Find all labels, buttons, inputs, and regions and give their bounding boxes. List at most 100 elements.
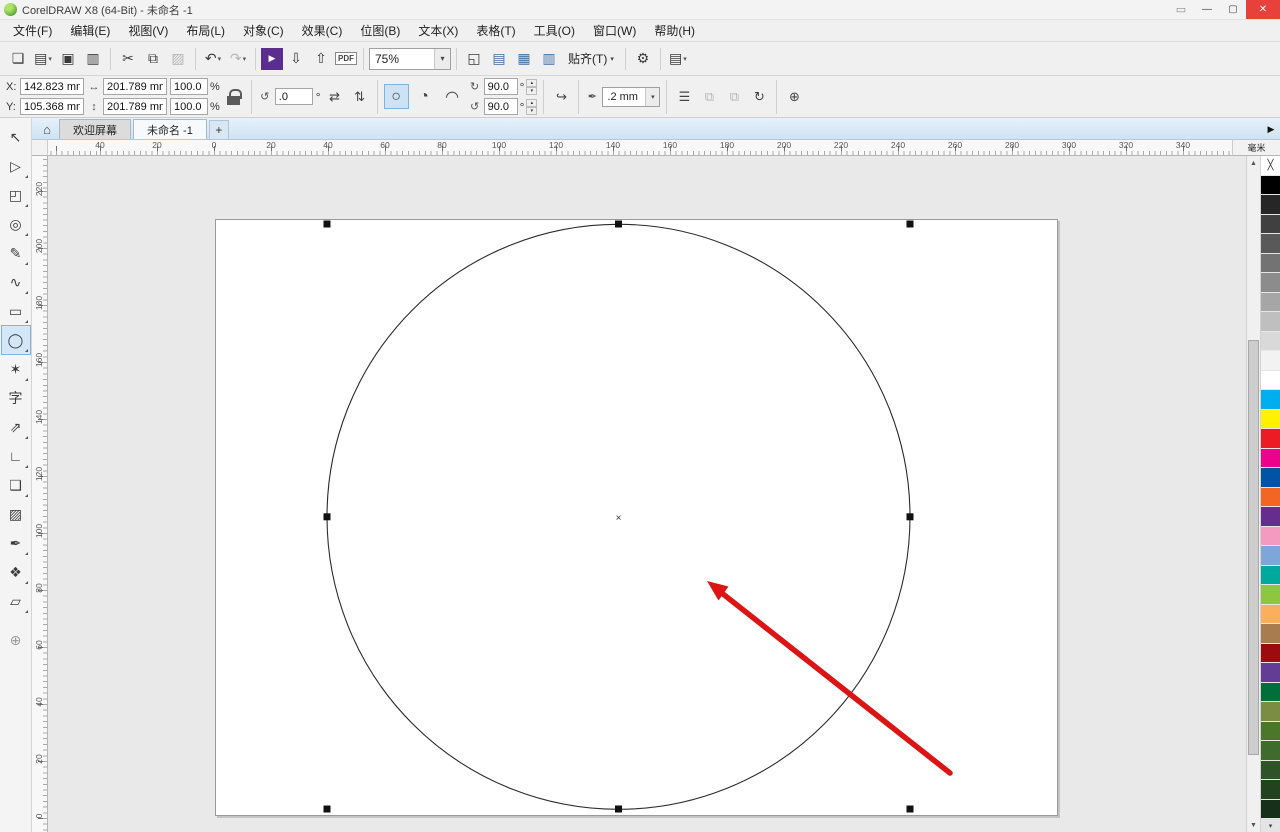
palette-swatch-27[interactable] (1261, 702, 1280, 722)
object-width-input[interactable] (103, 78, 167, 95)
add-tool-button[interactable]: ⊕ (2, 626, 30, 654)
menu-item-5[interactable]: 效果(C) (293, 19, 352, 42)
tab-scroll-right-icon[interactable]: ▶ (1262, 119, 1280, 139)
palette-swatch-10[interactable] (1261, 371, 1280, 391)
color-eyedropper-tool[interactable]: ✒ (2, 529, 30, 557)
selection-handle[interactable] (324, 513, 331, 520)
ellipse-tool[interactable]: ◯ (2, 326, 30, 354)
menu-item-3[interactable]: 布局(L) (177, 19, 234, 42)
palette-swatch-19[interactable] (1261, 546, 1280, 566)
palette-swatch-28[interactable] (1261, 722, 1280, 742)
palette-swatch-18[interactable] (1261, 527, 1280, 547)
pie-mode-button[interactable]: ◔ (412, 84, 437, 109)
connector-tool[interactable]: ∟ (2, 442, 30, 470)
lock-ratio-button[interactable] (223, 86, 245, 108)
link-button-b[interactable]: ⧉ (723, 86, 745, 108)
options-button[interactable]: ⚙ (631, 47, 655, 71)
export-button[interactable]: ⇧ (309, 47, 333, 71)
outline-width-select[interactable]: .2 mm ▾ (602, 87, 660, 107)
palette-swatch-5[interactable] (1261, 273, 1280, 293)
selection-handle[interactable] (907, 221, 914, 228)
undo-button[interactable]: ↶▾ (201, 47, 225, 71)
open-button[interactable]: ▤▾ (31, 47, 55, 71)
palette-swatch-8[interactable] (1261, 332, 1280, 352)
scrollbar-track[interactable] (1247, 170, 1260, 818)
menu-item-6[interactable]: 位图(B) (351, 19, 409, 42)
palette-swatch-16[interactable] (1261, 488, 1280, 508)
copy-button[interactable]: ⧉ (141, 47, 165, 71)
menu-item-11[interactable]: 帮助(H) (645, 19, 704, 42)
spin-up-icon[interactable]: ▴ (526, 79, 537, 87)
object-height-input[interactable] (103, 98, 167, 115)
minimize-button[interactable]: — (1194, 0, 1220, 19)
fullscreen-preview-button[interactable]: ◱ (462, 47, 486, 71)
application-launcher-button[interactable]: ▤▾ (666, 47, 690, 71)
spin-down-icon[interactable]: ▾ (526, 107, 537, 115)
artistic-media-tool[interactable]: ∿ (2, 268, 30, 296)
palette-swatch-3[interactable] (1261, 234, 1280, 254)
menu-item-10[interactable]: 窗口(W) (584, 19, 645, 42)
freehand-tool[interactable]: ✎ (2, 239, 30, 267)
arc-mode-button[interactable]: ◠ (440, 84, 465, 109)
spin-down-icon[interactable]: ▾ (526, 87, 537, 95)
selection-handle[interactable] (615, 806, 622, 813)
vertical-scrollbar[interactable]: ▲ ▼ (1246, 156, 1260, 832)
account-icon[interactable]: ▭ (1168, 0, 1194, 19)
rotation-angle-input[interactable] (275, 88, 313, 105)
wrap-text-button[interactable]: ☰ (673, 86, 695, 108)
palette-swatch-24[interactable] (1261, 644, 1280, 664)
start-angle-input[interactable] (484, 78, 518, 95)
menu-item-2[interactable]: 视图(V) (119, 19, 177, 42)
show-guidelines-toggle[interactable]: ▥ (537, 47, 561, 71)
home-icon[interactable]: ⌂ (35, 119, 59, 139)
drawing-canvas[interactable]: × (48, 156, 1246, 832)
menu-item-7[interactable]: 文本(X) (409, 19, 467, 42)
paste-button[interactable]: ▨ (166, 47, 190, 71)
scale-y-input[interactable] (170, 98, 208, 115)
palette-swatch-14[interactable] (1261, 449, 1280, 469)
mirror-horizontal-button[interactable]: ⇄ (324, 86, 346, 108)
scrollbar-thumb[interactable] (1248, 340, 1259, 755)
convert-to-curves-button[interactable]: ↻ (748, 86, 770, 108)
menu-item-4[interactable]: 对象(C) (234, 19, 293, 42)
cut-button[interactable]: ✂ (116, 47, 140, 71)
scale-x-input[interactable] (170, 78, 208, 95)
new-tab-button[interactable]: + (209, 120, 229, 139)
zoom-tool[interactable]: ◎ (2, 210, 30, 238)
publish-pdf-button[interactable]: PDF (334, 47, 358, 71)
chevron-down-icon[interactable]: ▾ (645, 88, 659, 106)
drop-shadow-tool[interactable]: ❑ (2, 471, 30, 499)
menu-item-1[interactable]: 编辑(E) (61, 19, 119, 42)
vertical-ruler[interactable]: 220200180160140120100806040200 (32, 156, 48, 832)
object-y-input[interactable] (20, 98, 84, 115)
palette-swatch-12[interactable] (1261, 410, 1280, 430)
snap-to-dropdown[interactable]: 贴齐(T) ▾ (562, 50, 620, 67)
palette-swatch-2[interactable] (1261, 215, 1280, 235)
selection-handle[interactable] (324, 221, 331, 228)
zoom-level-select[interactable]: 75% ▾ (369, 48, 451, 70)
palette-swatch-1[interactable] (1261, 195, 1280, 215)
palette-swatch-0[interactable] (1261, 176, 1280, 196)
object-x-input[interactable] (20, 78, 84, 95)
horizontal-ruler[interactable]: 4020020406080100120140160180200220240260… (48, 140, 1232, 156)
palette-swatch-20[interactable] (1261, 566, 1280, 586)
dimension-tool[interactable]: ⇗ (2, 413, 30, 441)
ruler-origin-button[interactable] (32, 140, 48, 156)
text-tool[interactable]: 字 (2, 384, 30, 412)
end-angle-input[interactable] (484, 98, 518, 115)
palette-swatch-25[interactable] (1261, 663, 1280, 683)
search-content-button[interactable]: ▶ (261, 48, 283, 70)
polygon-tool[interactable]: ✶ (2, 355, 30, 383)
selection-handle[interactable] (615, 221, 622, 228)
change-direction-button[interactable]: ↪ (550, 86, 572, 108)
start-angle-spinner[interactable]: ▴▾ (526, 79, 537, 95)
add-property-button[interactable]: ⊕ (783, 86, 805, 108)
import-button[interactable]: ⇩ (284, 47, 308, 71)
palette-swatch-15[interactable] (1261, 468, 1280, 488)
close-button[interactable]: ✕ (1246, 0, 1280, 19)
palette-swatch-6[interactable] (1261, 293, 1280, 313)
spin-up-icon[interactable]: ▴ (526, 99, 537, 107)
new-document-button[interactable]: ❏ (6, 47, 30, 71)
palette-swatch-30[interactable] (1261, 761, 1280, 781)
shape-tool[interactable]: ▷ (2, 152, 30, 180)
